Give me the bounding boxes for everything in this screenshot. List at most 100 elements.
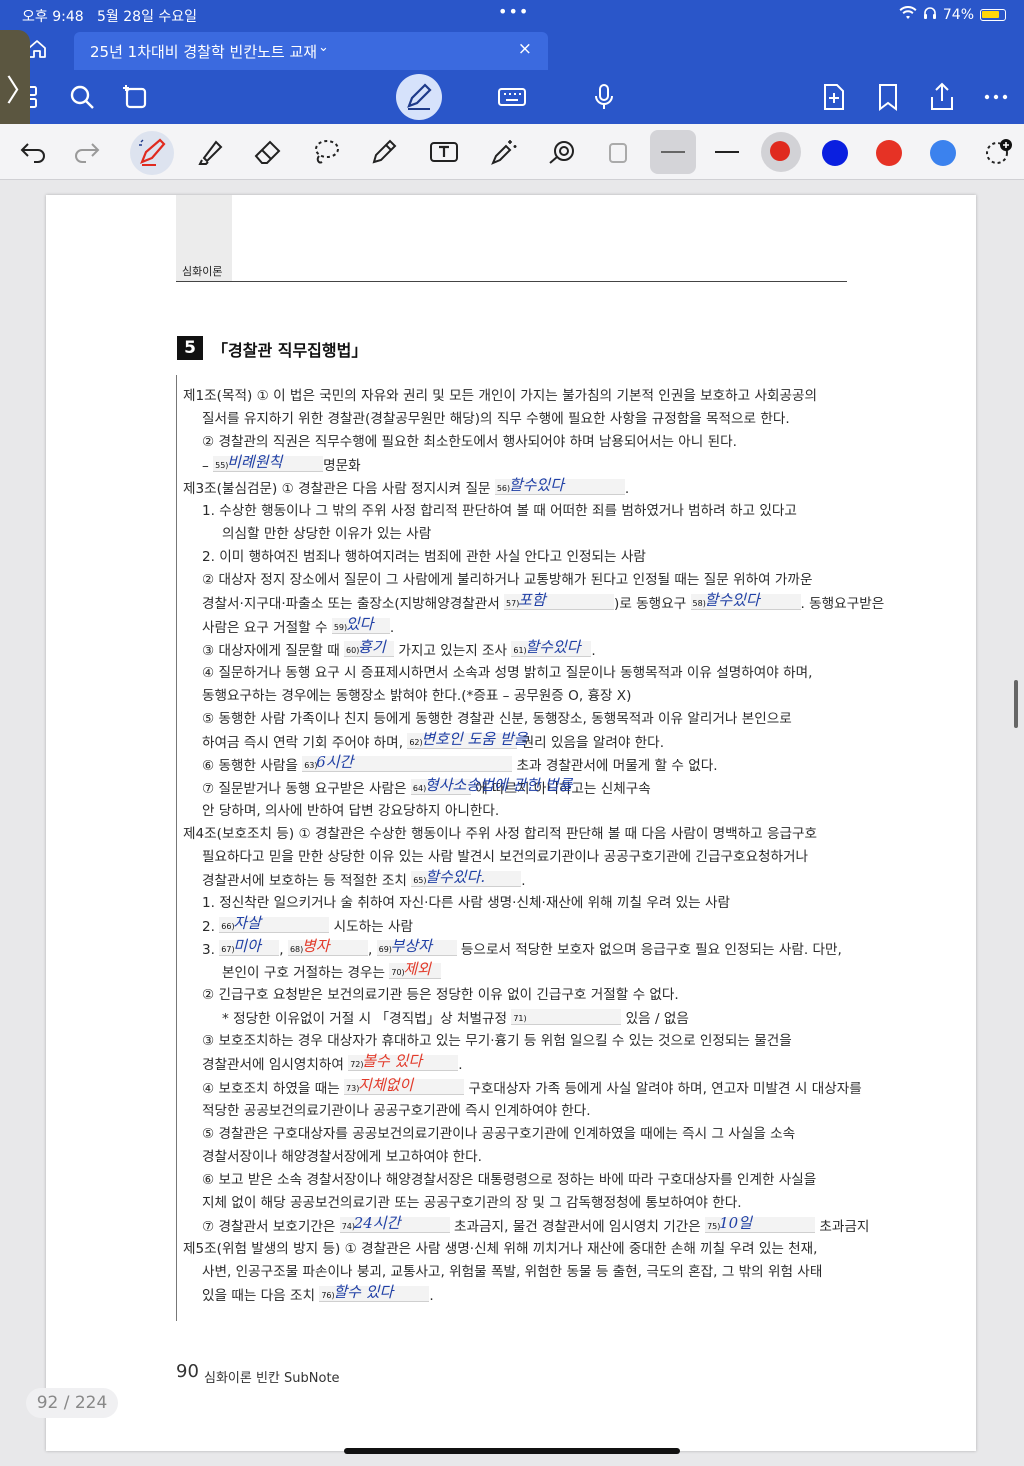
handwritten-answer: 부상자 xyxy=(390,937,433,956)
battery-percent: 74% xyxy=(942,7,974,23)
statute-text-segment: 제5조(위험 발생의 방지 등) ① 경찰관은 사람 생명·신체 위해 끼치거나… xyxy=(183,1240,818,1257)
handwritten-answer: 포함 xyxy=(518,591,546,610)
handwritten-answer: 할수있다 xyxy=(508,476,565,495)
statute-line: 질서를 유지하기 위한 경찰관(경찰공무원만 해당)의 직무 수행에 필요한 사… xyxy=(202,410,790,428)
statute-text-segment: 사변, 인공구조물 파손이나 붕괴, 교통사고, 위험물 폭발, 위험한 동물 … xyxy=(202,1263,823,1280)
bookmark-icon[interactable] xyxy=(872,81,904,113)
fill-in-blank[interactable]: 70) 제외 xyxy=(389,960,442,980)
handwritten-answer: 지체없이 xyxy=(358,1075,414,1094)
fill-in-blank[interactable]: 72) 볼수 있다 xyxy=(348,1052,459,1072)
statute-text-segment: 제1조(목적) ① 이 법은 국민의 자유와 권리 및 모든 개인이 가지는 불… xyxy=(183,388,818,404)
undo-icon[interactable] xyxy=(18,136,50,168)
add-page-icon[interactable] xyxy=(818,81,850,113)
magic-pen-icon[interactable] xyxy=(488,136,520,168)
statute-text-segment: )로 동행요구 xyxy=(614,596,691,613)
thick-line-icon[interactable] xyxy=(657,136,689,168)
shapes-icon[interactable] xyxy=(604,136,636,168)
fill-in-blank[interactable]: 66) 자살 xyxy=(219,914,330,934)
multitasking-dots-icon[interactable]: ••• xyxy=(498,2,529,21)
handwritten-answer: 변호인 도움 받을 xyxy=(421,729,528,748)
statute-text-segment: ⑥ 동행한 사람을 xyxy=(202,757,303,774)
statute-text-segment: 구호대상자 가족 등에게 사실 알려야 하며, 연고자 미발견 시 대상자를 xyxy=(464,1080,862,1097)
fill-in-blank[interactable]: 56) 할수있다 xyxy=(494,476,625,496)
pen-mode-icon[interactable] xyxy=(403,81,435,113)
color-swatch-blue[interactable] xyxy=(822,140,848,166)
fill-in-blank[interactable]: 61) 할수있다 xyxy=(511,638,592,657)
statute-line: 동행요구하는 경우에는 동행장소 밝혀야 한다.(*증표 – 공무원증 O, 흉… xyxy=(202,687,631,705)
fill-in-blank[interactable]: 75) 10일 xyxy=(705,1214,816,1233)
statute-line: ⑤ 동행한 사람 가족이나 친지 등에게 동행한 경찰관 신분, 동행장소, 동… xyxy=(202,710,792,728)
fill-in-blank[interactable]: 55) 비례원칙 xyxy=(213,453,324,473)
keyboard-icon[interactable] xyxy=(496,81,528,113)
fill-in-blank[interactable]: 69) 부상자 xyxy=(376,937,457,957)
highlighter-icon[interactable] xyxy=(194,136,226,168)
status-bar: 오후 9:48 5월 28일 수요일 ••• 74% xyxy=(0,0,1024,30)
statute-text-segment: – xyxy=(202,458,214,475)
fill-in-blank[interactable]: 57) 포함 xyxy=(504,591,615,611)
statute-line: ⑦ 질문받거나 동행 요구받은 사람은 64) 형사소송법에 관한 법률 에 따르… xyxy=(202,776,651,798)
color-swatch-light-blue[interactable] xyxy=(930,140,956,166)
pencil-icon[interactable] xyxy=(368,136,400,168)
statute-line: 본인이 구호 거절하는 경우는 70) 제외 xyxy=(222,960,442,982)
statute-text-segment: ② 대상자 정지 장소에서 질문이 그 사람에게 불리하거나 교통방해가 된다고… xyxy=(202,572,813,589)
statute-text-segment: ⑥ 보고 받은 소속 경찰서장이나 해양경찰서장은 대통령령으로 정하는 바에 … xyxy=(202,1171,817,1188)
handwritten-answer: 할수있다 xyxy=(704,591,760,610)
close-tab-icon[interactable]: × xyxy=(518,39,532,59)
color-swatch-red[interactable] xyxy=(876,140,902,166)
statute-line: 경찰관서에 보호하는 등 적절한 조치 65) 할수있다.. xyxy=(202,868,526,890)
fill-in-blank[interactable]: 71) xyxy=(511,1009,622,1026)
statute-line: ⑥ 보고 받은 소속 경찰서장이나 해양경찰서장은 대통령령으로 정하는 바에 … xyxy=(202,1171,816,1189)
statute-text-segment: 2. xyxy=(202,919,220,936)
share-icon[interactable] xyxy=(926,81,958,113)
statute-text-segment: 초과금지, 물건 경찰관서에 임시영치 기간은 xyxy=(449,1218,706,1235)
fountain-pen-icon[interactable] xyxy=(136,136,168,168)
color-swatch-red-selected[interactable] xyxy=(770,141,790,161)
eraser-icon[interactable] xyxy=(252,136,284,168)
fill-in-blank[interactable]: 62) 변호인 도움 받을 xyxy=(407,730,527,749)
statute-line: ⑤ 경찰관은 구호대상자를 공공보건의료기관이나 공공구호기관에 인계하였을 때… xyxy=(202,1125,795,1143)
statute-line: 3. 67) 미아, 68) 병자, 69) 부상자 등으로서 적당한 보호자 없으며… xyxy=(202,937,842,959)
fill-in-blank[interactable]: 59) 있다 xyxy=(331,615,390,634)
status-time: 오후 9:48 5월 28일 수요일 xyxy=(22,9,198,25)
lasso-selection-icon[interactable] xyxy=(120,81,152,113)
tab-bar: 25년 1차대비 경찰학 빈칸노트 교재 ⌄ × xyxy=(0,30,1024,70)
more-icon[interactable] xyxy=(980,81,1012,113)
fill-in-blank[interactable]: 65) 할수있다. xyxy=(411,868,522,888)
statute-text-segment: ⑤ 경찰관은 구호대상자를 공공보건의료기관이나 공공구호기관에 인계하였을 때… xyxy=(202,1125,796,1142)
fill-in-blank[interactable]: 73) 지체없이 xyxy=(344,1075,465,1095)
thin-line-icon[interactable] xyxy=(711,136,743,168)
statute-line: ③ 보호조치하는 경우 대상자가 휴대하고 있는 무기·흉기 등 위험 일으킬 … xyxy=(202,1032,792,1050)
search-icon[interactable] xyxy=(66,81,98,113)
text-box-icon[interactable] xyxy=(428,136,460,168)
statute-line: ② 경찰관의 직권은 직무수행에 필요한 최소한도에서 행사되어야 하며 남용되… xyxy=(202,433,737,451)
fill-in-blank[interactable]: 63) 6시간 xyxy=(302,753,513,772)
fill-in-blank[interactable]: 64) 형사소송법에 관한 법률 xyxy=(410,776,572,795)
fill-in-blank[interactable]: 68) 병자 xyxy=(287,937,368,957)
add-color-icon[interactable] xyxy=(982,136,1014,168)
fill-in-blank[interactable]: 76) 할수 있다 xyxy=(319,1283,430,1302)
fill-in-blank[interactable]: 67) 미아 xyxy=(219,937,280,957)
header-rule xyxy=(176,281,847,282)
statute-text-segment: ⑦ 질문받거나 동행 요구받은 사람은 xyxy=(202,780,411,797)
statute-text-segment: 있음 / 없음 xyxy=(621,1011,689,1028)
statute-text-segment: * 정당한 이유없이 거절 시 「경직법」상 처벌규정 xyxy=(222,1011,512,1028)
statute-text-segment: . xyxy=(591,642,596,659)
scrollbar[interactable] xyxy=(1014,680,1018,728)
statute-text-segment: 시도하는 사람 xyxy=(329,919,413,936)
statute-text-segment: 제4조(보호조치 등) ① 경찰관은 수상한 행동이나 주위 사정 합리적 판단… xyxy=(183,825,818,842)
statute-text-segment: ② 긴급구호 요청받은 보건의료기관 등은 정당한 이유 없이 긴급구호 거절할… xyxy=(202,987,679,1004)
statute-text-segment: 질서를 유지하기 위한 경찰관(경찰공무원만 해당)의 직무 수행에 필요한 사… xyxy=(202,411,790,428)
document-tab[interactable]: 25년 1차대비 경찰학 빈칸노트 교재 ⌄ × xyxy=(74,32,548,70)
redo-icon[interactable] xyxy=(70,136,102,168)
handwritten-answer: 제외 xyxy=(403,960,431,979)
lasso-icon[interactable] xyxy=(310,136,342,168)
microphone-icon[interactable] xyxy=(588,81,620,113)
chevron-down-icon[interactable]: ⌄ xyxy=(318,40,329,55)
fill-in-blank[interactable]: 58) 할수있다 xyxy=(690,591,801,611)
fill-in-blank[interactable]: 60) 흉기 xyxy=(344,638,395,657)
laser-pointer-icon[interactable] xyxy=(546,136,578,168)
handwritten-answer: 24시간 xyxy=(353,1213,401,1232)
fill-in-blank[interactable]: 74) 24시간 xyxy=(339,1213,450,1233)
statute-line: 하여금 즉시 연락 기회 주어야 하며, 62) 변호인 도움 받을 권리 있음을… xyxy=(202,730,664,752)
document-page[interactable]: 심화이론 5 「경찰관 직무집행법」 제1조(목적) ① 이 법은 국민의 자유… xyxy=(46,195,976,1451)
